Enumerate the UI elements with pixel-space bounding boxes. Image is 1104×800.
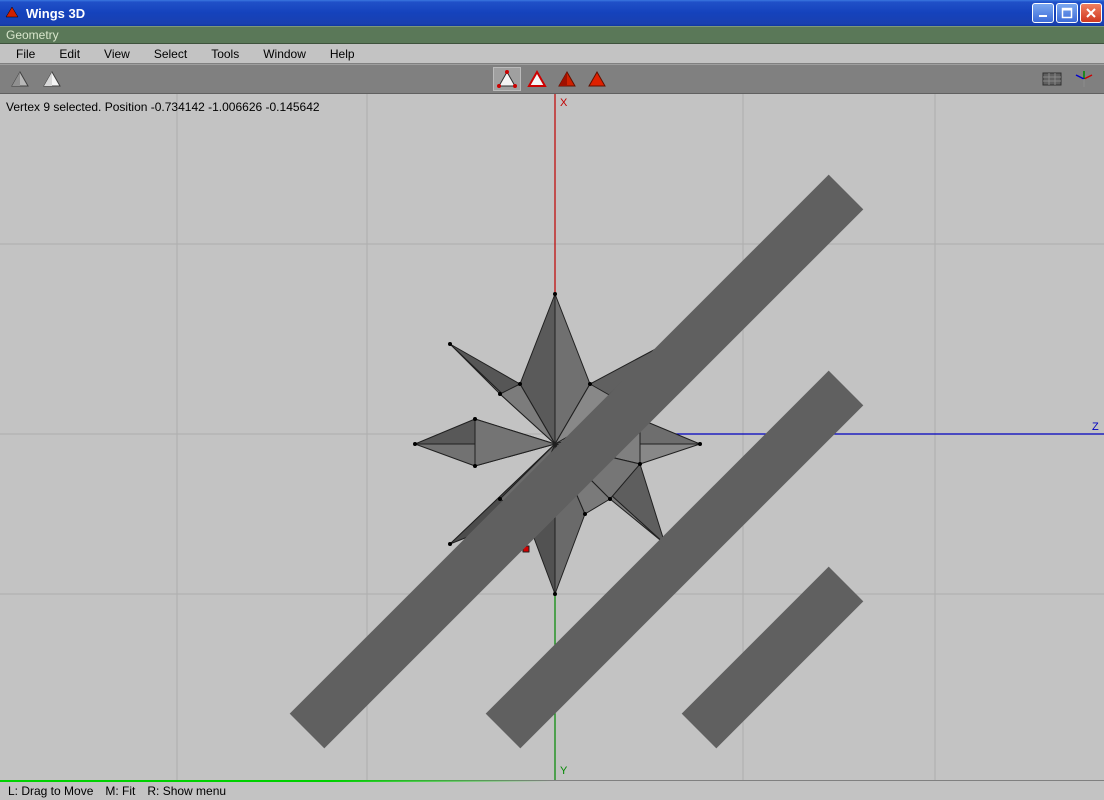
undo-button[interactable] [6, 67, 34, 91]
menu-view[interactable]: View [92, 45, 142, 63]
menu-edit[interactable]: Edit [47, 45, 92, 63]
edge-mode-button[interactable] [523, 67, 551, 91]
window-titlebar: Wings 3D [0, 0, 1104, 26]
toolbar [0, 64, 1104, 94]
geometry-label: Geometry [6, 28, 59, 42]
window-title: Wings 3D [26, 6, 85, 21]
menu-file[interactable]: File [4, 45, 47, 63]
status-mid-mouse: M: Fit [105, 784, 135, 798]
status-bar: L: Drag to Move M: Fit R: Show menu [0, 780, 1104, 800]
status-left-mouse: L: Drag to Move [8, 784, 93, 798]
close-button[interactable] [1080, 3, 1102, 23]
status-right-mouse: R: Show menu [147, 784, 226, 798]
menu-select[interactable]: Select [142, 45, 199, 63]
face-mode-button[interactable] [553, 67, 581, 91]
menu-window[interactable]: Window [251, 45, 318, 63]
geometry-header: Geometry [0, 26, 1104, 44]
selection-info: Vertex 9 selected. Position -0.734142 -1… [6, 100, 320, 114]
maximize-button[interactable] [1056, 3, 1078, 23]
redo-button[interactable] [38, 67, 66, 91]
resize-grip-icon[interactable] [0, 94, 1104, 780]
vertex-mode-button[interactable] [493, 67, 521, 91]
ground-plane-button[interactable] [1038, 67, 1066, 91]
menu-bar: File Edit View Select Tools Window Help [0, 44, 1104, 64]
axes-toggle-button[interactable] [1070, 67, 1098, 91]
app-icon [4, 5, 20, 21]
menu-help[interactable]: Help [318, 45, 367, 63]
body-mode-button[interactable] [583, 67, 611, 91]
viewport-3d[interactable]: X Z Y [0, 94, 1104, 780]
menu-tools[interactable]: Tools [199, 45, 251, 63]
minimize-button[interactable] [1032, 3, 1054, 23]
